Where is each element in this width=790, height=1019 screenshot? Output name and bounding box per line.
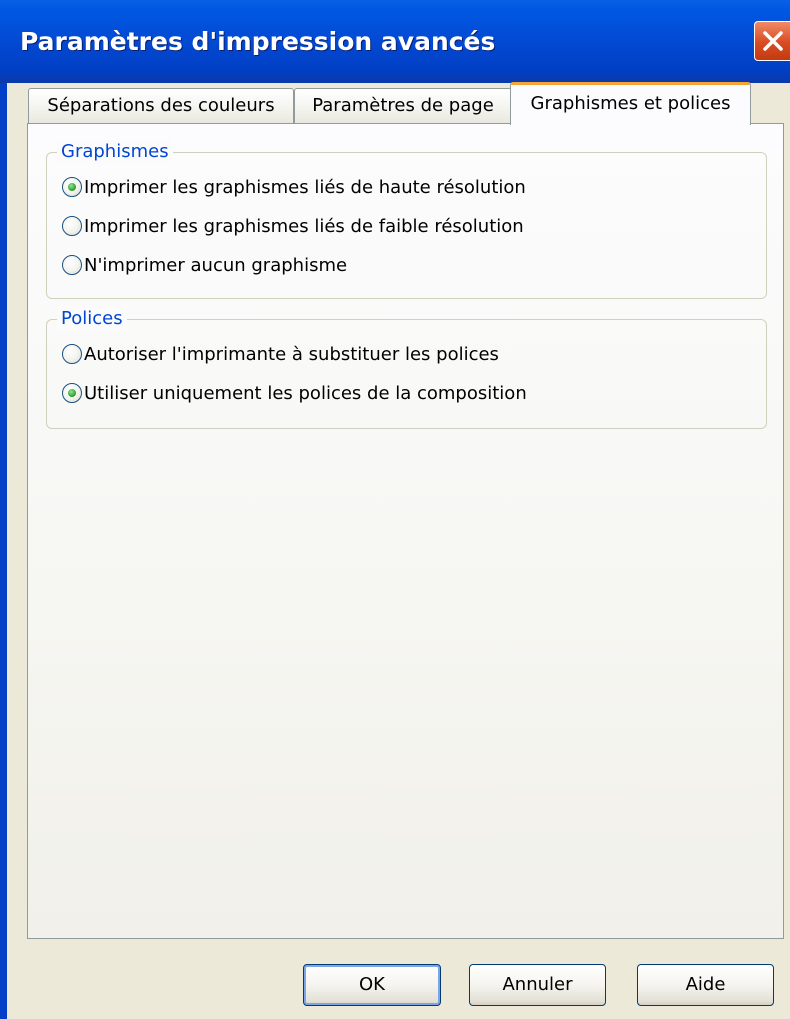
radio-button-checked[interactable]: [62, 383, 82, 403]
group-graphismes: Graphismes Imprimer les graphismes liés …: [46, 139, 767, 299]
tab-label: Séparations des couleurs: [47, 95, 275, 116]
radio-button-checked[interactable]: [62, 177, 82, 197]
close-button[interactable]: [754, 21, 790, 61]
radio-label: Imprimer les graphismes liés de faible r…: [84, 215, 524, 237]
radio-label: Utiliser uniquement les polices de la co…: [84, 382, 527, 404]
help-button[interactable]: Aide: [637, 964, 774, 1006]
title-bar[interactable]: Paramètres d'impression avancés: [0, 0, 790, 83]
group-legend-graphismes: Graphismes: [57, 139, 173, 165]
radio-high-resolution[interactable]: Imprimer les graphismes liés de haute ré…: [62, 173, 526, 201]
radio-button[interactable]: [62, 216, 82, 236]
close-icon: [763, 31, 783, 51]
radio-substitute-fonts[interactable]: Autoriser l'imprimante à substituer les …: [62, 340, 499, 368]
window-title: Paramètres d'impression avancés: [20, 27, 496, 56]
radio-label: N'imprimer aucun graphisme: [84, 254, 348, 276]
cancel-button[interactable]: Annuler: [469, 964, 606, 1006]
ok-button[interactable]: OK: [303, 964, 441, 1006]
tab-label: Graphismes et polices: [530, 93, 731, 114]
group-legend-polices: Polices: [57, 306, 127, 332]
group-polices: Polices Autoriser l'imprimante à substit…: [46, 306, 767, 429]
radio-no-graphics[interactable]: N'imprimer aucun graphisme: [62, 251, 347, 279]
tab-parametres-page[interactable]: Paramètres de page: [294, 88, 512, 123]
tab-label: Paramètres de page: [312, 95, 494, 116]
radio-low-resolution[interactable]: Imprimer les graphismes liés de faible r…: [62, 212, 524, 240]
tab-separations-couleurs[interactable]: Séparations des couleurs: [28, 88, 294, 123]
window-frame: [0, 83, 7, 1019]
radio-button[interactable]: [62, 255, 82, 275]
tab-panel: Graphismes Imprimer les graphismes liés …: [27, 123, 784, 939]
radio-label: Autoriser l'imprimante à substituer les …: [84, 343, 499, 365]
radio-label: Imprimer les graphismes liés de haute ré…: [84, 176, 526, 198]
radio-composition-fonts-only[interactable]: Utiliser uniquement les polices de la co…: [62, 379, 527, 407]
tab-graphismes-polices[interactable]: Graphismes et polices: [510, 82, 751, 125]
radio-button[interactable]: [62, 344, 82, 364]
